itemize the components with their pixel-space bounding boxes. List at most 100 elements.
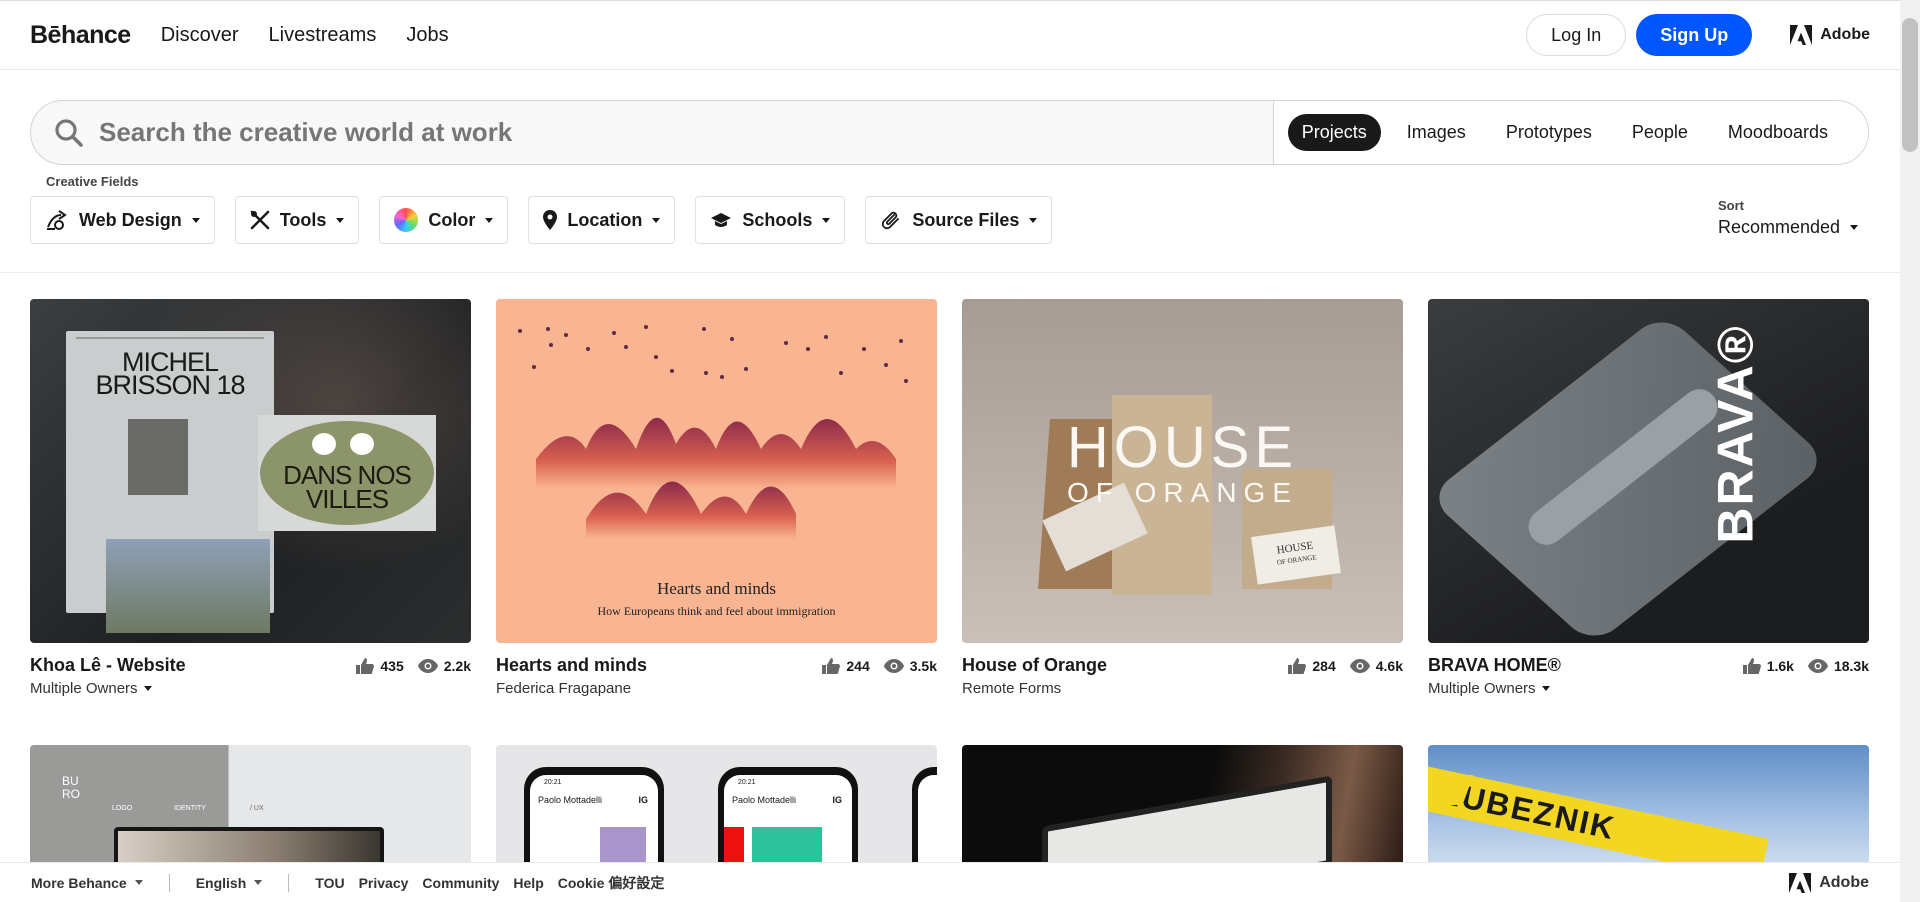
project-thumbnail[interactable] [962, 745, 1403, 875]
card-title[interactable]: BRAVA HOME® [1428, 655, 1561, 676]
footer-link-cookie[interactable]: Cookie 偏好設定 [558, 873, 665, 893]
views-count: 2.2k [443, 657, 471, 674]
footer-adobe-link[interactable]: Adobe [1789, 872, 1869, 893]
project-thumbnail[interactable]: BU RO LOGO IDENTITY / UX [30, 745, 471, 875]
filter-source-files: Source Files [865, 188, 1053, 244]
project-thumbnail[interactable]: Hearts and minds How Europeans think and… [496, 299, 937, 643]
art-text: BU RO [62, 774, 80, 801]
project-card: BRAVA® BRAVA HOME® 1.6k 18.3k Multiple O… [1428, 299, 1869, 697]
footer-link-tou[interactable]: TOU [315, 875, 344, 891]
tools-dropdown[interactable]: Tools [234, 196, 360, 244]
creative-fields-caption: Creative Fields [46, 174, 139, 189]
chevron-down-icon [1850, 225, 1859, 230]
likes-stat: 435 [356, 657, 404, 674]
art-text: VILLES [305, 484, 389, 514]
card-stats: 1.6k 18.3k [1729, 657, 1869, 674]
adobe-icon [1789, 872, 1812, 893]
tools-icon [250, 210, 270, 230]
art-text: / UX [250, 805, 264, 812]
adobe-link[interactable]: Adobe [1790, 25, 1870, 45]
search-bar: Projects Images Prototypes People Moodbo… [30, 100, 1869, 165]
footer-link-privacy[interactable]: Privacy [359, 875, 409, 891]
sort-control[interactable]: Sort Recommended [1718, 198, 1859, 238]
art-text: 20:21 [544, 779, 562, 786]
chevron-down-icon [254, 880, 263, 885]
project-card: MICHEL BRISSON 18 DANS NOS VILLES Khoa L… [30, 299, 471, 697]
card-stats: 284 4.6k [1274, 657, 1403, 674]
project-thumbnail[interactable]: BRAVA® [1428, 299, 1869, 643]
views-stat: 18.3k [1807, 658, 1869, 674]
sort-caption: Sort [1718, 198, 1744, 213]
language-label: English [195, 874, 247, 891]
nav-discover[interactable]: Discover [161, 24, 239, 47]
more-behance-dropdown[interactable]: More Behance [31, 875, 143, 891]
nav-jobs[interactable]: Jobs [406, 24, 448, 47]
location-pin-icon [543, 210, 558, 230]
art-text: IG [832, 795, 842, 805]
thumbs-up-icon [1288, 657, 1307, 674]
page-scrollbar[interactable] [1900, 0, 1920, 902]
nav-livestreams[interactable]: Livestreams [269, 24, 377, 47]
color-dropdown[interactable]: Color [379, 196, 509, 244]
filter-schools: Schools [695, 188, 846, 244]
art-text: IG [638, 795, 648, 805]
chevron-down-icon [1029, 217, 1038, 223]
sort-dropdown[interactable]: Recommended [1718, 217, 1859, 238]
tab-prototypes[interactable]: Prototypes [1492, 114, 1606, 151]
source-files-label: Source Files [912, 209, 1020, 230]
tools-label: Tools [279, 209, 327, 230]
thumbs-up-icon [1742, 657, 1761, 674]
likes-count: 1.6k [1766, 657, 1794, 674]
eye-icon [1349, 658, 1370, 673]
card-owner[interactable]: Multiple Owners [30, 680, 471, 697]
project-thumbnail[interactable]: MICHEL BRISSON 18 DANS NOS VILLES [30, 299, 471, 643]
art-text: BRISSON 18 [95, 370, 245, 400]
likes-stat: 244 [822, 657, 870, 674]
chevron-down-icon [1541, 686, 1550, 691]
chevron-down-icon [822, 217, 831, 223]
signup-button[interactable]: Sign Up [1636, 14, 1753, 56]
project-thumbnail[interactable]: 20:21 Paolo Mottadelli IG 20:21 Paolo Mo… [496, 745, 937, 875]
card-meta: House of Orange 284 4.6k [962, 655, 1403, 676]
login-button[interactable]: Log In [1526, 14, 1627, 56]
owner-name: Multiple Owners [30, 680, 138, 697]
scrollbar-thumb[interactable] [1902, 18, 1918, 152]
footer-link-community[interactable]: Community [422, 875, 499, 891]
card-owner[interactable]: Remote Forms [962, 680, 1403, 697]
more-behance-label: More Behance [31, 874, 127, 891]
footer-link-help[interactable]: Help [513, 875, 543, 891]
search-input[interactable] [99, 101, 1273, 164]
sort-value: Recommended [1718, 217, 1841, 237]
source-files-dropdown[interactable]: Source Files [865, 196, 1053, 244]
tab-people[interactable]: People [1618, 114, 1702, 151]
tab-moodboards[interactable]: Moodboards [1714, 114, 1842, 151]
owner-name: Remote Forms [962, 680, 1062, 697]
location-dropdown[interactable]: Location [528, 196, 676, 244]
behance-logo[interactable]: Bēhance [30, 21, 131, 50]
art-text: 20:21 [738, 779, 756, 786]
card-owner[interactable]: Multiple Owners [1428, 680, 1869, 697]
chevron-down-icon [143, 686, 152, 691]
paperclip-icon [880, 209, 902, 231]
card-title[interactable]: Khoa Lê - Website [30, 655, 186, 676]
views-stat: 2.2k [417, 657, 471, 674]
schools-dropdown[interactable]: Schools [695, 196, 846, 244]
language-dropdown[interactable]: English [196, 875, 263, 891]
adobe-label: Adobe [1820, 26, 1870, 43]
likes-count: 284 [1312, 657, 1336, 674]
project-thumbnail[interactable]: HOUSE OF ORANGE HOUSE OF ORANGE [962, 299, 1403, 643]
card-title[interactable]: Hearts and minds [496, 655, 647, 676]
card-stats: 435 2.2k [342, 657, 471, 674]
card-title[interactable]: House of Orange [962, 655, 1107, 676]
tab-projects[interactable]: Projects [1287, 114, 1381, 151]
card-owner[interactable]: Federica Fragapane [496, 680, 937, 697]
web-design-dropdown[interactable]: Web Design [30, 196, 215, 244]
views-stat: 3.5k [883, 658, 937, 674]
tab-images[interactable]: Images [1393, 114, 1480, 151]
likes-count: 244 [846, 657, 870, 674]
eye-icon [1807, 658, 1828, 673]
card-stats: 244 3.5k [808, 657, 937, 674]
project-thumbnail[interactable]: LUBEZNIK [1428, 745, 1869, 875]
footer: More Behance English TOU Privacy Communi… [0, 862, 1900, 902]
filter-bar: Creative Fields Web Design Tools Color L… [30, 174, 1072, 244]
